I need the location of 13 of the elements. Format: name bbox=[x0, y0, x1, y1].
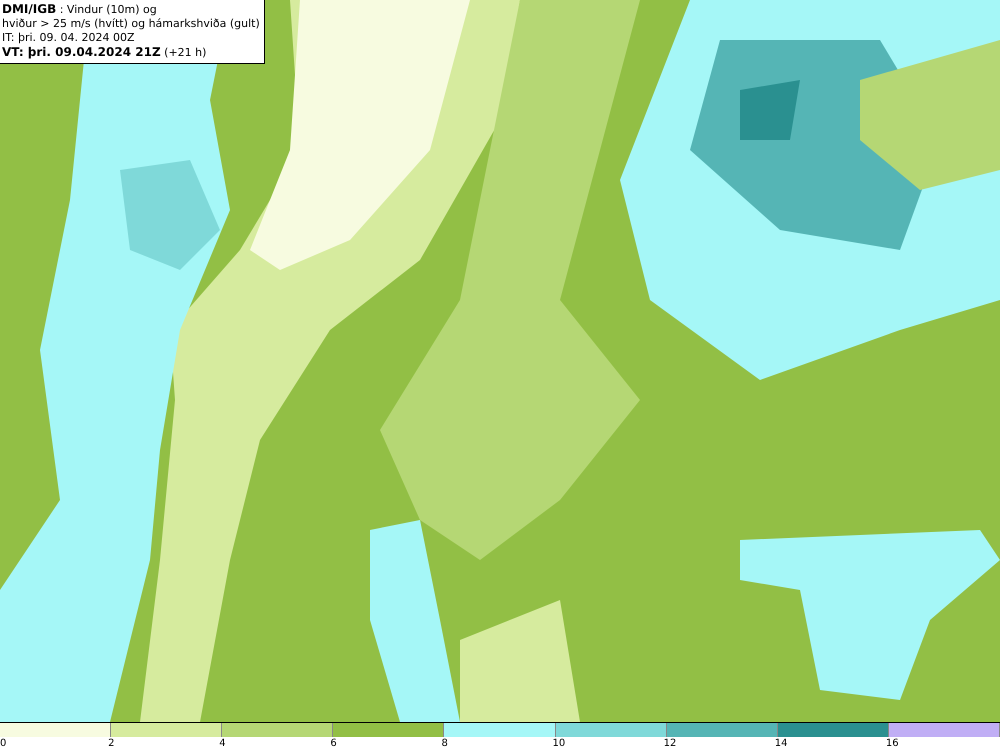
legend-tick-label: 14 bbox=[774, 737, 788, 751]
title-line: IT: þri. 09. 04. 2024 00Z bbox=[2, 31, 136, 45]
legend-tick-label: 6 bbox=[330, 737, 337, 751]
title-line: DMI/IGB : Vindur (10m) og bbox=[2, 2, 158, 17]
legend-tick-label: 4 bbox=[219, 737, 226, 751]
legend-tick-label: 16 bbox=[886, 737, 899, 751]
legend-tick-label: 10 bbox=[552, 737, 566, 751]
legend-tick-label: 8 bbox=[441, 737, 448, 751]
legend-tick-label: 12 bbox=[664, 737, 676, 751]
title-line: hviður > 25 m/s (hvítt) og hámarkshviða (gult) bbox=[2, 17, 260, 31]
legend-tick-label: 2 bbox=[108, 737, 114, 751]
title-line: VT: þri. 09.04.2024 21Z (+21 h) bbox=[2, 45, 208, 60]
legend-tick-label: 0 bbox=[0, 737, 6, 751]
